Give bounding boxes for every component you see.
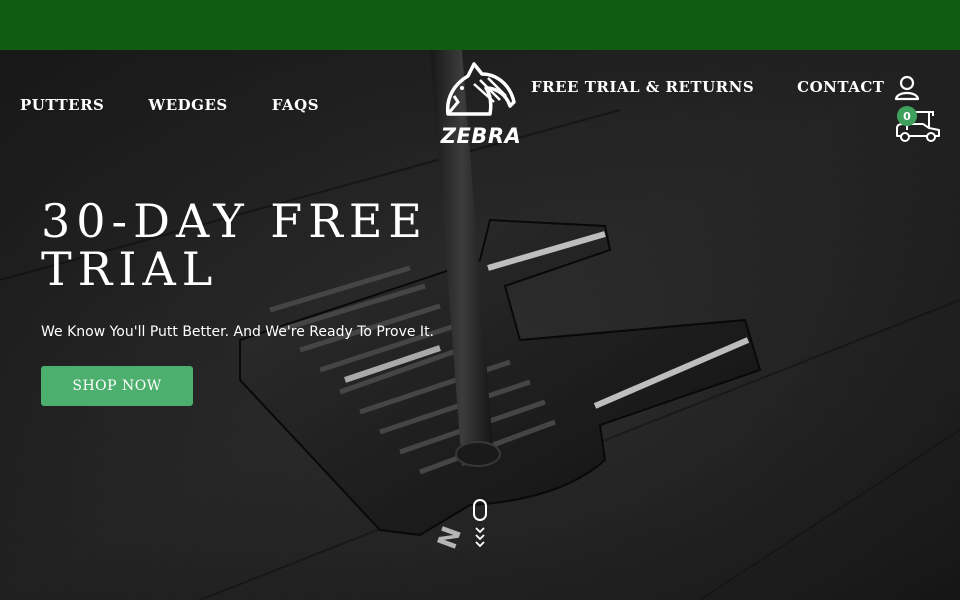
shop-now-button[interactable]: SHOP NOW: [41, 366, 193, 406]
nav-link-contact[interactable]: CONTACT: [797, 78, 884, 96]
hero-subtitle: We Know You'll Putt Better. And We're Re…: [41, 324, 435, 340]
brand-wordmark: ZEBRA: [440, 124, 522, 148]
top-announcement-bar: [0, 0, 960, 50]
cart-button[interactable]: 0: [893, 104, 941, 144]
primary-nav-left: PUTTERS WEDGES FAQS: [20, 96, 363, 114]
brand-logo-link[interactable]: ZEBRA: [436, 62, 526, 148]
user-icon: [894, 75, 920, 101]
nav-link-free-trial-returns[interactable]: FREE TRIAL & RETURNS: [531, 78, 754, 96]
nav-link-putters[interactable]: PUTTERS: [20, 96, 104, 114]
account-button[interactable]: [893, 75, 923, 103]
nav-link-wedges[interactable]: WEDGES: [148, 96, 227, 114]
zebra-head-icon: [445, 62, 516, 116]
primary-nav-right: FREE TRIAL & RETURNS CONTACT: [531, 78, 884, 96]
hero-title: 30-DAY FREE TRIAL: [41, 194, 429, 296]
scroll-down-indicator[interactable]: [471, 498, 489, 552]
scroll-down-icon: [473, 499, 487, 548]
cart-count-badge: 0: [897, 106, 917, 126]
nav-link-faqs[interactable]: FAQS: [272, 96, 319, 114]
